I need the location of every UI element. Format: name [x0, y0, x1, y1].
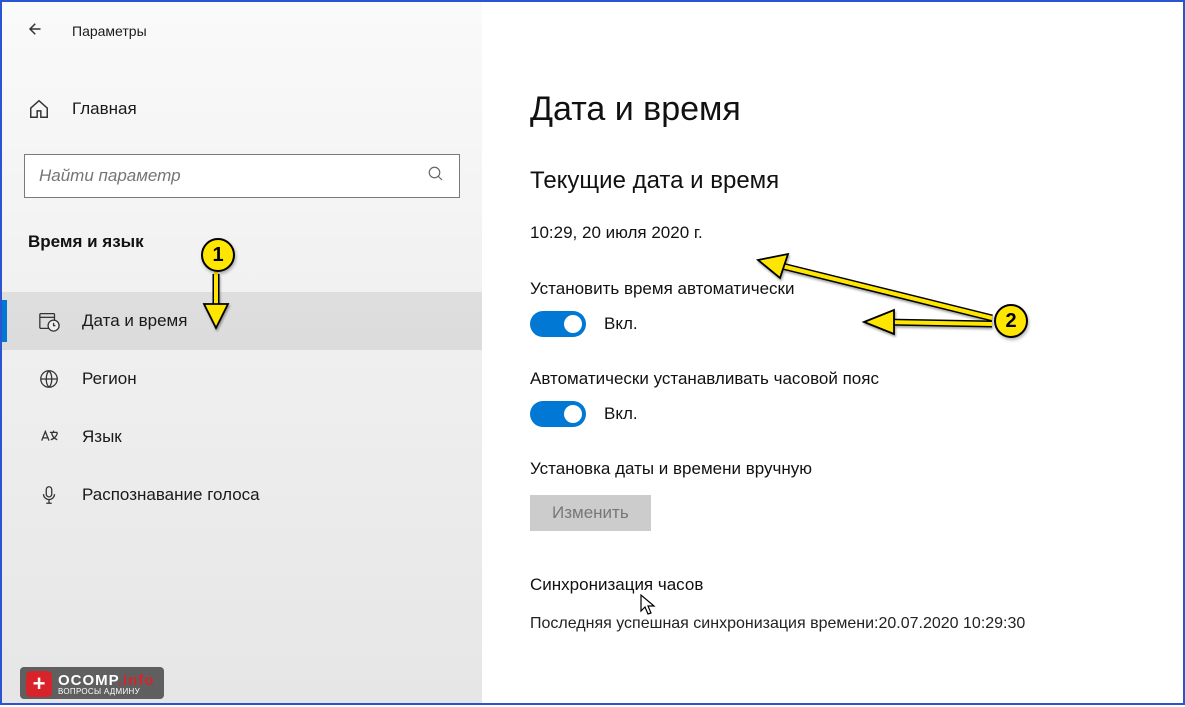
change-button: Изменить [530, 495, 651, 531]
sync-section-title: Синхронизация часов [530, 575, 1143, 595]
nav-item-language[interactable]: Язык [2, 408, 482, 466]
sync-last-value: Последняя успешная синхронизация времени… [530, 615, 1143, 633]
main-panel: Дата и время Текущие дата и время 10:29,… [482, 2, 1183, 703]
globe-icon [38, 368, 60, 390]
current-datetime-value: 10:29, 20 июля 2020 г. [530, 223, 1143, 243]
auto-time-label: Установить время автоматически [530, 279, 1143, 299]
auto-tz-label: Автоматически устанавливать часовой пояс [530, 369, 1143, 389]
nav-home-label: Главная [72, 99, 137, 119]
search-icon [427, 165, 445, 188]
nav-item-date-time[interactable]: Дата и время [2, 292, 482, 350]
window-title: Параметры [72, 23, 147, 39]
nav-home[interactable]: Главная [24, 92, 460, 126]
language-icon [38, 426, 60, 448]
nav-item-label: Регион [82, 369, 137, 389]
category-heading: Время и язык [24, 232, 460, 252]
logo-text-info: .info [118, 672, 155, 689]
logo-plus-icon: + [26, 671, 52, 697]
auto-tz-state: Вкл. [604, 404, 638, 424]
page-title: Дата и время [530, 90, 1143, 129]
microphone-icon [38, 484, 60, 506]
titlebar: Параметры [24, 20, 460, 42]
section-current-datetime: Текущие дата и время [530, 167, 1143, 195]
annotation-badge-1: 1 [201, 238, 235, 272]
auto-timezone-toggle[interactable] [530, 401, 586, 427]
logo-text-main: OCOMP [58, 672, 118, 689]
manual-set-label: Установка даты и времени вручную [530, 459, 1143, 479]
nav-item-label: Язык [82, 427, 122, 447]
auto-time-toggle[interactable] [530, 311, 586, 337]
search-box[interactable] [24, 154, 460, 198]
calendar-clock-icon [38, 310, 60, 332]
home-icon [28, 98, 50, 120]
nav-item-label: Распознавание голоса [82, 485, 260, 505]
sidebar: Параметры Главная Время и язык Дата и вр… [2, 2, 482, 703]
nav-item-label: Дата и время [82, 311, 187, 331]
nav-item-speech[interactable]: Распознавание голоса [2, 466, 482, 524]
nav-item-region[interactable]: Регион [2, 350, 482, 408]
annotation-badge-2: 2 [994, 304, 1028, 338]
site-logo: + OCOMP.info ВОПРОСЫ АДМИНУ [20, 667, 164, 699]
back-icon[interactable] [24, 20, 42, 43]
logo-subtitle: ВОПРОСЫ АДМИНУ [58, 688, 154, 696]
search-input[interactable] [39, 166, 427, 186]
auto-time-state: Вкл. [604, 314, 638, 334]
